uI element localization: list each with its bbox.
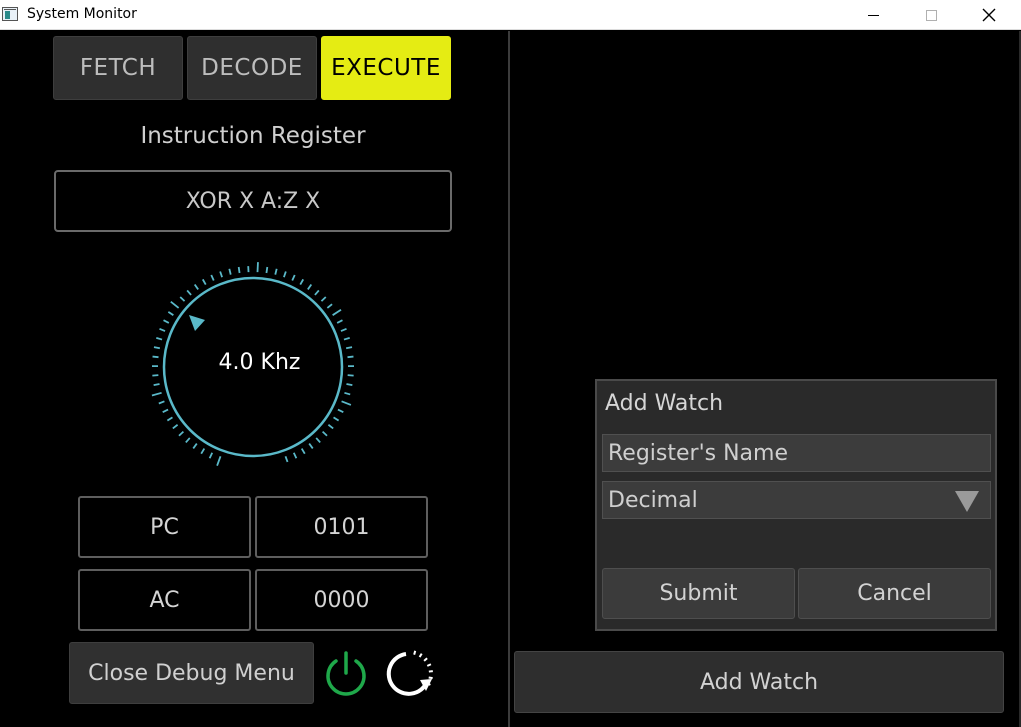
- clock-speed-readout: 4.0 Khz: [218, 350, 301, 375]
- register-name-input[interactable]: Register's Name: [602, 434, 991, 472]
- dial-tick: [186, 289, 192, 296]
- dial-tick: [159, 327, 166, 332]
- dial-tick: [336, 319, 343, 324]
- dropdown-arrow-icon: [955, 491, 979, 512]
- number-format-select[interactable]: Decimal: [602, 481, 991, 519]
- dial-tick: [167, 311, 174, 316]
- refresh-dash: [423, 657, 428, 662]
- title-bar: System Monitor: [0, 0, 1021, 30]
- dial-tick: [315, 437, 321, 444]
- maximize-icon: [925, 9, 937, 21]
- refresh-dash: [418, 653, 423, 658]
- dial-tick: [284, 455, 289, 463]
- dial-tick: [193, 284, 199, 290]
- dial-tick: [299, 278, 305, 286]
- dial-tick: [152, 374, 159, 377]
- dial-tick: [265, 266, 269, 274]
- register-name-pc: PC: [78, 496, 251, 558]
- register-name-ac: AC: [78, 569, 251, 631]
- dial-tick: [201, 278, 207, 286]
- instruction-register-value: XOR X A:Z X: [54, 170, 452, 232]
- minimize-icon: [867, 14, 879, 16]
- dial-tick: [163, 319, 170, 324]
- refresh-icon[interactable]: [384, 649, 434, 699]
- dial-tick: [179, 296, 186, 302]
- dial-tick: [346, 383, 353, 387]
- dial-tick: [343, 336, 350, 341]
- dial-tick: [326, 303, 333, 309]
- dial-tick: [283, 271, 287, 278]
- debug-panel: FETCH DECODE EXECUTE Instruction Registe…: [0, 31, 508, 727]
- close-debug-menu-button[interactable]: Close Debug Menu: [69, 642, 314, 704]
- dial-tick: [185, 437, 191, 444]
- register-value-ac: 0000: [255, 569, 428, 631]
- app-icon: [2, 7, 18, 21]
- dial-tick: [314, 289, 320, 296]
- submit-button[interactable]: Submit: [602, 568, 795, 619]
- close-icon: [982, 8, 996, 22]
- watch-panel: Add Watch Register's Name Decimal Submit…: [510, 31, 1021, 727]
- add-watch-dialog: Add Watch Register's Name Decimal Submit…: [595, 379, 997, 631]
- dial-tick: [307, 284, 313, 290]
- dial-tick: [322, 430, 328, 437]
- dial-tick: [345, 346, 353, 350]
- dial-tick: [333, 416, 340, 422]
- dial-tick: [192, 443, 198, 449]
- decode-stage-button[interactable]: DECODE: [187, 36, 317, 100]
- dial-tick: [156, 336, 163, 341]
- dial-tick: [216, 455, 222, 466]
- dial-tick: [228, 268, 232, 275]
- minimize-button[interactable]: [850, 0, 896, 30]
- refresh-dash: [413, 650, 417, 655]
- dial-tick: [153, 383, 160, 387]
- dial-indicator-icon: [189, 315, 205, 331]
- dial-tick: [340, 327, 347, 332]
- add-watch-dialog-title: Add Watch: [605, 391, 724, 416]
- dial-tick: [308, 443, 314, 449]
- dial-tick: [210, 274, 215, 281]
- add-watch-button[interactable]: Add Watch: [514, 651, 1004, 713]
- dial-tick: [219, 271, 223, 278]
- dial-tick: [151, 391, 162, 397]
- dial-tick: [300, 448, 306, 455]
- dial-tick: [200, 448, 206, 455]
- cancel-button[interactable]: Cancel: [798, 568, 991, 619]
- refresh-dash: [428, 676, 433, 680]
- dial-tick: [166, 416, 173, 422]
- window-title: System Monitor: [27, 6, 137, 22]
- dial-tick: [274, 268, 278, 275]
- dial-tick: [344, 391, 351, 396]
- execute-stage-button[interactable]: EXECUTE: [321, 36, 451, 100]
- dial-tick: [172, 424, 179, 430]
- number-format-selected: Decimal: [608, 487, 698, 513]
- dial-tick: [237, 266, 241, 274]
- dial-tick: [158, 400, 165, 405]
- dial-tick: [341, 400, 352, 406]
- maximize-button[interactable]: [908, 0, 954, 30]
- dial-tick: [327, 424, 334, 430]
- refresh-dash: [426, 663, 432, 667]
- dial-tick: [170, 300, 180, 309]
- instruction-register-label: Instruction Register: [140, 123, 366, 149]
- dial-tick: [291, 274, 296, 281]
- power-icon[interactable]: [322, 649, 370, 699]
- dial-tick: [320, 296, 327, 302]
- dial-tick: [332, 308, 342, 316]
- dial-tick: [178, 430, 184, 437]
- dial-tick: [162, 408, 169, 414]
- dial-tick: [208, 452, 214, 459]
- close-button[interactable]: [966, 0, 1012, 30]
- register-value-pc: 0101: [255, 496, 428, 558]
- dial-tick: [337, 408, 344, 414]
- dial-tick: [347, 374, 354, 377]
- dial-tick: [153, 346, 161, 350]
- fetch-stage-button[interactable]: FETCH: [53, 36, 183, 100]
- dial-tick: [292, 452, 298, 459]
